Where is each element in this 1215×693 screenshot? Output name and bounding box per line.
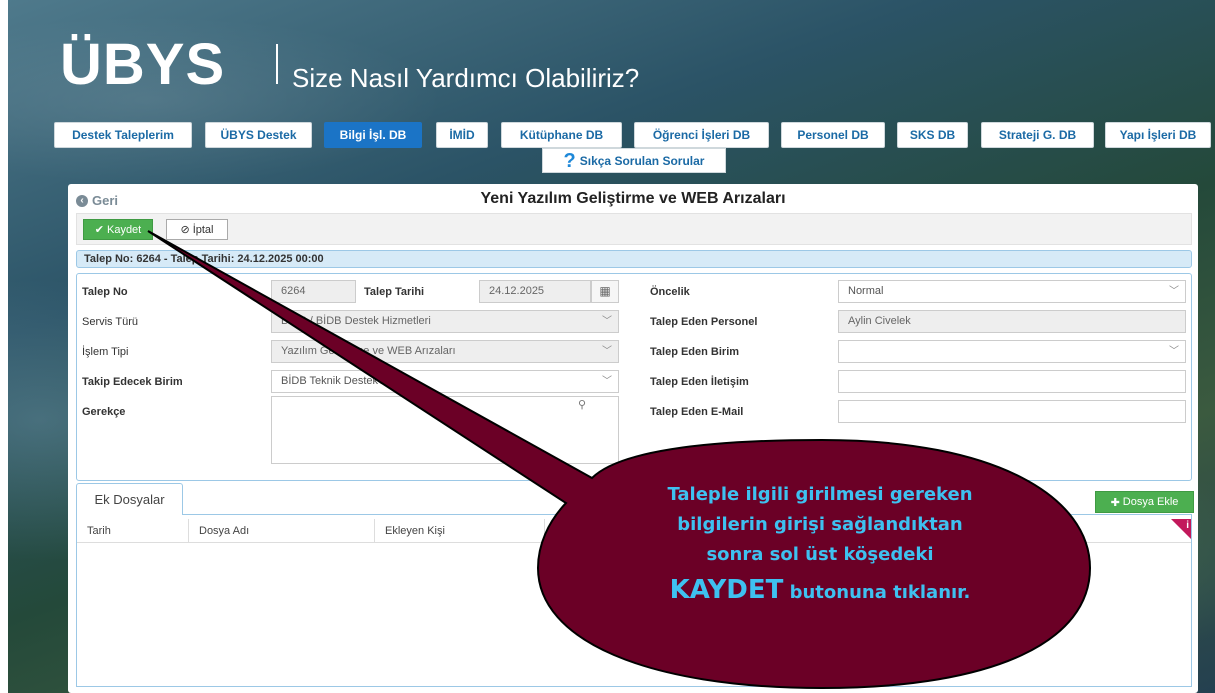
nav-personel-db[interactable]: Personel DB [781, 122, 885, 148]
personel-label: Talep Eden Personel [650, 316, 758, 328]
header-slogan: Size Nasıl Yardımcı Olabiliriz? [292, 63, 640, 93]
chevron-down-icon: ﹀ [602, 376, 612, 387]
logo[interactable]: ÜBYS [60, 30, 225, 100]
birim-label: Talep Eden Birim [650, 346, 740, 358]
gerekce-label: Gerekçe [82, 406, 126, 418]
iletisim-label: Talep Eden İletişim [650, 376, 749, 388]
iletisim-field[interactable] [838, 370, 1186, 393]
add-file-button[interactable]: ✚ Dosya Ekle [1095, 491, 1194, 513]
callout-line-1: Taleple ilgili girilmesi gereken [667, 484, 973, 505]
left-edge [0, 0, 8, 693]
chevron-down-icon: ﹀ [1169, 346, 1179, 357]
callout-line-2: bilgilerin girişi sağlandıktan [677, 514, 963, 535]
add-file-label: Dosya Ekle [1122, 496, 1179, 508]
column-header-ekleyen-kisi[interactable]: Ekleyen Kişi [375, 519, 545, 543]
callout-text: Taleple ilgili girilmesi gereken bilgile… [610, 480, 1030, 613]
nav-bilgi-isl-db[interactable]: Bilgi İşl. DB [324, 122, 422, 148]
nav-sks-db[interactable]: SKS DB [897, 122, 968, 148]
faq-label: Sıkça Sorulan Sorular [579, 153, 705, 168]
chevron-down-icon: ﹀ [602, 346, 612, 357]
email-label: Talep Eden E-Mail [650, 406, 744, 418]
nav-kutuphane-db[interactable]: Kütüphane DB [501, 122, 622, 148]
personel-field[interactable]: Aylin Civelek [838, 310, 1186, 333]
takip-birim-value: BİDB Teknik Destek Birimi [281, 375, 409, 387]
nav-destek-taleplerim[interactable]: Destek Taleplerim [54, 122, 192, 148]
callout-line-3: sonra sol üst köşedeki [706, 544, 934, 565]
talep-tarihi-label: Talep Tarihi [364, 286, 425, 298]
oncelik-label: Öncelik [650, 286, 690, 298]
info-glyph: i [1186, 520, 1189, 531]
faq-button[interactable]: ? Sıkça Sorulan Sorular [542, 148, 726, 173]
column-header-dosya-adi[interactable]: Dosya Adı [189, 519, 375, 543]
talep-no-label: Talep No [82, 286, 128, 298]
search-icon: ⚲ [577, 399, 586, 411]
info-corner-icon[interactable]: i [1171, 519, 1191, 539]
chevron-down-icon: ﹀ [602, 316, 612, 327]
oncelik-select[interactable]: Normal ﹀ [838, 280, 1186, 303]
nav-imid[interactable]: İMİD [436, 122, 488, 148]
form-layer: Talep No 6264 Talep Tarihi 24.12.2025 ▦ … [68, 184, 1198, 693]
birim-select[interactable]: ﹀ [838, 340, 1186, 363]
islem-tipi-select[interactable]: Yazılım Geliştirme ve WEB Arızaları ﹀ [271, 340, 619, 363]
tab-ek-dosyalar[interactable]: Ek Dosyalar [76, 483, 183, 515]
nav-yapi-isleri-db[interactable]: Yapı İşleri DB [1105, 122, 1211, 148]
servis-turu-select[interactable]: BİDB / BİDB Destek Hizmetleri ﹀ [271, 310, 619, 333]
islem-tipi-label: İşlem Tipi [82, 346, 129, 358]
question-icon: ? [563, 149, 576, 172]
logo-separator [276, 44, 278, 84]
nav-strateji-g-db[interactable]: Strateji G. DB [981, 122, 1094, 148]
servis-turu-label: Servis Türü [82, 316, 139, 328]
takip-birim-select[interactable]: BİDB Teknik Destek Birimi ﹀ [271, 370, 619, 393]
servis-turu-value: BİDB / BİDB Destek Hizmetleri [281, 315, 431, 327]
calendar-icon[interactable]: ▦ [591, 280, 619, 303]
column-header-tarih[interactable]: Tarih [77, 519, 189, 543]
gerekce-textarea[interactable]: ⚲ [271, 396, 619, 464]
plus-icon: ✚ [1110, 496, 1120, 509]
talep-tarihi-field[interactable]: 24.12.2025 [479, 280, 591, 303]
talep-no-field[interactable]: 6264 [271, 280, 356, 303]
takip-birim-label: Takip Edecek Birim [82, 376, 183, 388]
nav-ubys-destek[interactable]: ÜBYS Destek [205, 122, 312, 148]
islem-tipi-value: Yazılım Geliştirme ve WEB Arızaları [281, 345, 456, 357]
oncelik-value: Normal [848, 285, 884, 297]
callout-tail: butonuna tıklanır. [783, 582, 971, 603]
nav-ogrenci-isleri-db[interactable]: Öğrenci İşleri DB [634, 122, 769, 148]
callout-strong: KAYDET [669, 575, 784, 605]
callout-line-4: KAYDET butonuna tıklanır. [610, 570, 1030, 613]
email-field[interactable] [838, 400, 1186, 423]
chevron-down-icon: ﹀ [1169, 286, 1179, 297]
